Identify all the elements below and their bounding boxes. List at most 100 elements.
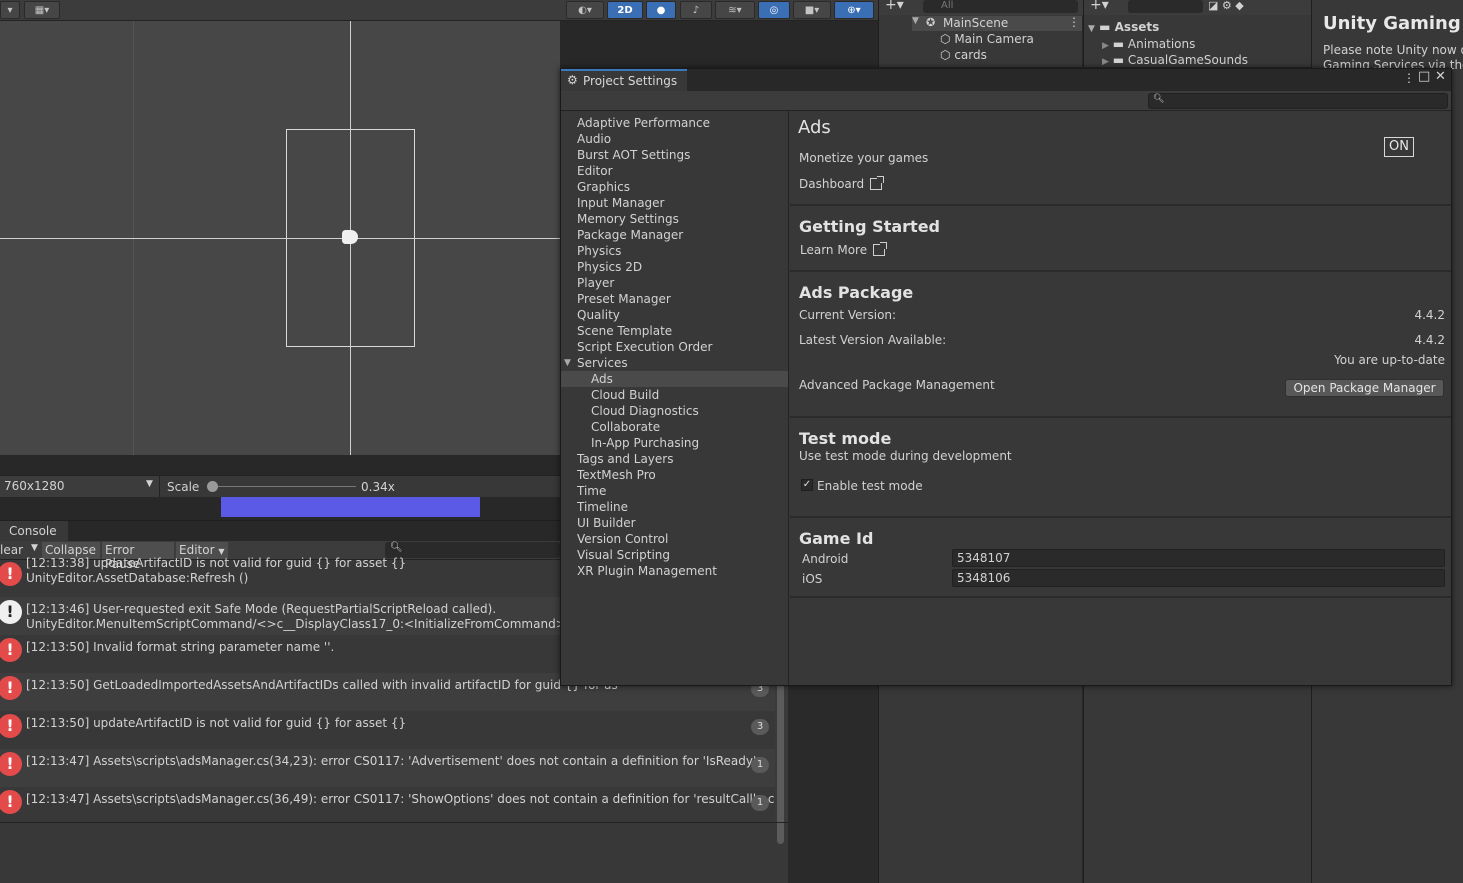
nav-item-adaptive-performance[interactable]: Adaptive Performance <box>561 115 788 131</box>
project-search-input[interactable] <box>1128 0 1203 13</box>
resolution-dropdown[interactable]: 760x1280 ▼ <box>0 476 160 497</box>
more-icon[interactable]: ⋮ <box>1403 71 1415 85</box>
nav-item-services[interactable]: ▼ Services <box>561 355 788 371</box>
log-row[interactable]: ! [12:13:47] Assets\scripts\adsManager.c… <box>0 787 785 825</box>
hidden-objects-icon[interactable]: ◎ <box>758 1 790 19</box>
open-package-manager-button[interactable]: Open Package Manager <box>1285 379 1444 397</box>
nav-item-memory-settings[interactable]: Memory Settings <box>561 211 788 227</box>
nav-item-label: Adaptive Performance <box>577 116 710 130</box>
nav-item-label: TextMesh Pro <box>577 468 656 482</box>
folder-item[interactable]: ▶ ▬ Animations <box>1102 37 1195 51</box>
nav-item-package-manager[interactable]: Package Manager <box>561 227 788 243</box>
clear-button[interactable]: lear <box>0 543 23 557</box>
folder-icon: ▬ <box>1099 20 1111 34</box>
nav-item-cloud-diagnostics[interactable]: Cloud Diagnostics <box>561 403 788 419</box>
effects-icon[interactable]: ≋▾ <box>715 1 755 19</box>
log-row[interactable]: ! [12:13:47] Assets\scripts\adsManager.c… <box>0 749 775 787</box>
nav-item-tags-and-layers[interactable]: Tags and Layers <box>561 451 788 467</box>
project-toolbar: +▾ ◪ ⚙ ◆ <box>1084 0 1312 15</box>
nav-item-player[interactable]: Player <box>561 275 788 291</box>
enable-test-mode-checkbox[interactable]: ✓ <box>801 479 813 491</box>
expand-arrow-icon[interactable]: ▼ <box>1088 24 1095 34</box>
nav-item-burst-aot-settings[interactable]: Burst AOT Settings <box>561 147 788 163</box>
close-icon[interactable]: ✕ <box>1435 69 1446 84</box>
hierarchy-search-input[interactable]: All <box>923 0 1078 13</box>
nav-item-visual-scripting[interactable]: Visual Scripting <box>561 547 788 563</box>
expand-arrow-icon[interactable]: ▼ <box>912 16 919 26</box>
nav-item-editor[interactable]: Editor <box>561 163 788 179</box>
nav-item-physics[interactable]: Physics <box>561 243 788 259</box>
scene-view[interactable] <box>0 21 560 455</box>
test-mode-title: Test mode <box>799 429 892 448</box>
chevron-down-icon[interactable]: ▼ <box>31 543 38 553</box>
collapse-arrow-icon[interactable]: ▶ <box>1102 41 1109 51</box>
nav-item-in-app-purchasing[interactable]: In-App Purchasing <box>561 435 788 451</box>
scene-row[interactable]: ▼ ✪ MainScene ⋮ <box>912 15 1082 31</box>
external-link-icon <box>873 242 888 256</box>
nav-item-xr-plugin-management[interactable]: XR Plugin Management <box>561 563 788 579</box>
android-game-id-field[interactable]: 5348107 <box>952 549 1445 567</box>
nav-item-label: Script Execution Order <box>577 340 713 354</box>
scale-slider-handle[interactable] <box>207 481 218 492</box>
nav-item-label: Physics 2D <box>577 260 643 274</box>
ios-game-id-field[interactable]: 5348106 <box>952 569 1445 587</box>
add-icon[interactable]: +▾ <box>885 0 904 13</box>
collapse-arrow-icon[interactable]: ▶ <box>1102 57 1109 67</box>
add-icon[interactable]: +▾ <box>1090 0 1109 13</box>
dropdown-icon[interactable]: ▾ <box>0 1 20 19</box>
nav-item-graphics[interactable]: Graphics <box>561 179 788 195</box>
nav-item-textmesh-pro[interactable]: TextMesh Pro <box>561 467 788 483</box>
nav-item-collaborate[interactable]: Collaborate <box>561 419 788 435</box>
latest-version-label: Latest Version Available: <box>799 333 947 347</box>
editor-label: Editor <box>179 543 215 557</box>
nav-item-physics-2d[interactable]: Physics 2D <box>561 259 788 275</box>
learn-more-link[interactable]: Learn More <box>800 242 888 257</box>
nav-item-scene-template[interactable]: Scene Template <box>561 323 788 339</box>
nav-item-cloud-build[interactable]: Cloud Build <box>561 387 788 403</box>
hierarchy-item[interactable]: ⬡ Main Camera <box>940 32 1034 46</box>
camera-gizmo-icon[interactable] <box>342 230 358 244</box>
panel-gap <box>788 686 878 883</box>
nav-item-quality[interactable]: Quality <box>561 307 788 323</box>
scrollbar-thumb[interactable] <box>777 669 784 844</box>
nav-item-ui-builder[interactable]: UI Builder <box>561 515 788 531</box>
nav-item-preset-manager[interactable]: Preset Manager <box>561 291 788 307</box>
nav-item-time[interactable]: Time <box>561 483 788 499</box>
filter-icon[interactable]: ◪ ⚙ ◆ <box>1208 0 1244 12</box>
nav-item-audio[interactable]: Audio <box>561 131 788 147</box>
nav-item-label: Collaborate <box>591 420 661 434</box>
settings-toolbar: 🔍︎ <box>561 91 1451 111</box>
settings-search-input[interactable]: 🔍︎ <box>1148 93 1448 109</box>
nav-item-script-execution-order[interactable]: Script Execution Order <box>561 339 788 355</box>
assets-folder[interactable]: ▼ ▬ Assets <box>1088 20 1159 34</box>
toggle-2d-button[interactable]: 2D <box>607 1 643 19</box>
nav-item-input-manager[interactable]: Input Manager <box>561 195 788 211</box>
tab-console[interactable]: Console <box>0 521 68 541</box>
maximize-icon[interactable]: □ <box>1418 69 1430 84</box>
nav-item-label: Memory Settings <box>577 212 679 226</box>
scene-toolbar: ▾ ▦▾ ◐▾ 2D ● ♪ ≋▾ ◎ ■▾ ⊕▾ <box>0 0 878 21</box>
expand-arrow-icon[interactable]: ▼ <box>564 355 571 371</box>
more-icon[interactable]: ⋮ <box>1068 15 1080 29</box>
nav-item-ads[interactable]: Ads <box>561 371 788 387</box>
gizmos-icon[interactable]: ⊕▾ <box>834 1 874 19</box>
folder-item[interactable]: ▶ ▬ CasualGameSounds <box>1102 53 1248 67</box>
tab-project-settings[interactable]: ⚙ Project Settings <box>561 69 687 92</box>
scale-slider-track[interactable] <box>208 486 356 487</box>
shading-mode-icon[interactable]: ◐▾ <box>566 1 604 19</box>
nav-item-version-control[interactable]: Version Control <box>561 531 788 547</box>
grid-snap-icon[interactable]: ▦▾ <box>24 1 60 19</box>
divider <box>0 822 788 823</box>
game-view[interactable] <box>0 497 560 520</box>
nav-item-timeline[interactable]: Timeline <box>561 499 788 515</box>
advanced-package-label: Advanced Package Management <box>799 378 995 392</box>
audio-icon[interactable]: ♪ <box>680 1 712 19</box>
console-search-input[interactable]: 🔍︎ <box>385 542 560 558</box>
ads-toggle-button[interactable]: ON <box>1384 137 1414 157</box>
dashboard-link[interactable]: Dashboard <box>799 176 885 191</box>
lighting-icon[interactable]: ● <box>646 1 676 19</box>
hierarchy-item[interactable]: ⬡ cards <box>940 48 987 62</box>
camera-icon[interactable]: ■▾ <box>793 1 831 19</box>
nav-item-label: Tags and Layers <box>577 452 674 466</box>
log-row[interactable]: ! [12:13:50] updateArtifactID is not val… <box>0 711 775 749</box>
